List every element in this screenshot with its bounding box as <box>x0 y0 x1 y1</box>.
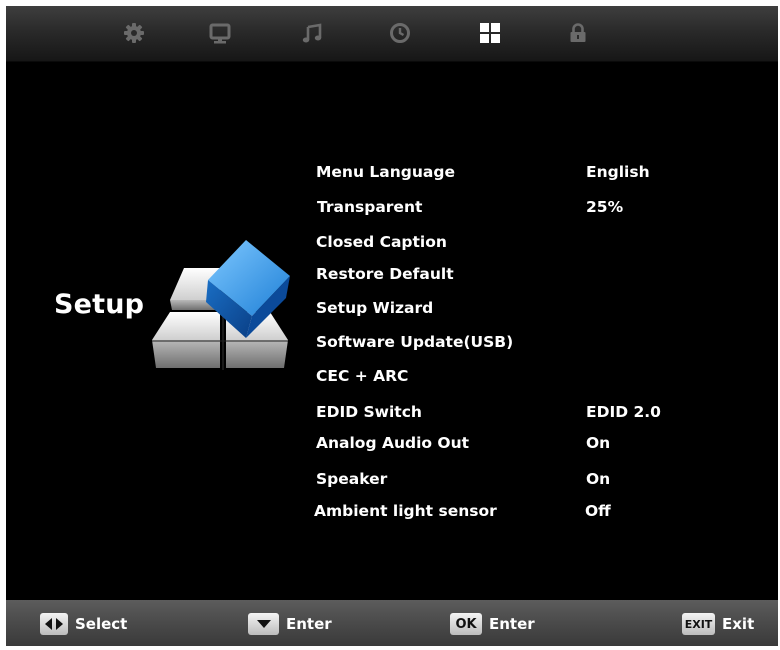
left-right-arrows-icon <box>40 613 68 635</box>
grid-icon <box>480 23 500 43</box>
menu-item-cec-arc[interactable]: CEC + ARC <box>6 365 778 391</box>
tab-sound[interactable] <box>298 19 326 47</box>
exit-hint-label: Exit <box>722 615 755 633</box>
footer-hint-bar: Select Enter OK Enter EXIT Exit <box>6 600 778 646</box>
enter-down-hint[interactable]: Enter <box>248 612 332 636</box>
monitor-icon <box>209 23 231 44</box>
top-tab-bar <box>6 6 778 62</box>
music-note-icon <box>302 23 322 43</box>
ok-enter-hint-label: Enter <box>489 615 535 633</box>
lock-icon <box>570 23 586 42</box>
menu-label: Software Update(USB) <box>316 333 514 351</box>
tab-lock[interactable] <box>564 19 592 47</box>
clock-icon <box>390 23 410 43</box>
menu-item-analog-audio-out[interactable]: Analog Audio Out On <box>6 432 778 458</box>
tab-screen[interactable] <box>206 19 234 47</box>
exit-key: EXIT <box>682 613 715 635</box>
menu-value: On <box>586 470 611 488</box>
menu-value: EDID 2.0 <box>586 403 661 421</box>
menu-item-transparent[interactable]: Transparent 25% <box>6 196 778 222</box>
ok-key: OK <box>450 613 482 635</box>
gear-icon <box>124 23 144 43</box>
menu-item-software-update[interactable]: Software Update(USB) <box>6 331 778 357</box>
menu-item-edid-switch[interactable]: EDID Switch EDID 2.0 <box>6 401 778 427</box>
menu-label: CEC + ARC <box>316 367 409 385</box>
down-arrow-icon <box>248 613 279 635</box>
enter-hint-label: Enter <box>286 615 332 633</box>
menu-item-closed-caption[interactable]: Closed Caption <box>6 231 778 257</box>
ok-enter-hint[interactable]: OK Enter <box>450 612 535 636</box>
menu-label: Transparent <box>317 198 423 216</box>
tab-setup[interactable] <box>476 19 504 47</box>
select-hint-label: Select <box>75 615 128 633</box>
menu-value: On <box>586 434 611 452</box>
menu-label: Speaker <box>316 470 388 488</box>
menu-label: Analog Audio Out <box>316 434 470 452</box>
tv-menu-screen: Setup Menu Language English Transparent … <box>6 6 778 646</box>
exit-hint[interactable]: EXIT Exit <box>682 612 754 636</box>
main-panel: Setup Menu Language English Transparent … <box>6 62 778 599</box>
select-hint[interactable]: Select <box>40 612 127 636</box>
menu-item-menu-language[interactable]: Menu Language English <box>6 161 778 187</box>
tab-picture-settings[interactable] <box>120 19 148 47</box>
menu-item-setup-wizard[interactable]: Setup Wizard <box>6 297 778 323</box>
menu-label: Restore Default <box>316 265 454 283</box>
menu-label: EDID Switch <box>316 403 422 421</box>
menu-label: Ambient light sensor <box>314 502 497 520</box>
menu-label: Menu Language <box>316 163 455 181</box>
menu-item-speaker[interactable]: Speaker On <box>6 468 778 494</box>
menu-value: Off <box>585 502 611 520</box>
menu-value: English <box>586 163 650 181</box>
tab-time[interactable] <box>386 19 414 47</box>
menu-label: Setup Wizard <box>316 299 434 317</box>
menu-item-ambient-light-sensor[interactable]: Ambient light sensor Off <box>6 500 778 526</box>
menu-value: 25% <box>586 198 624 216</box>
menu-label: Closed Caption <box>316 233 447 251</box>
menu-item-restore-default[interactable]: Restore Default <box>6 263 778 289</box>
